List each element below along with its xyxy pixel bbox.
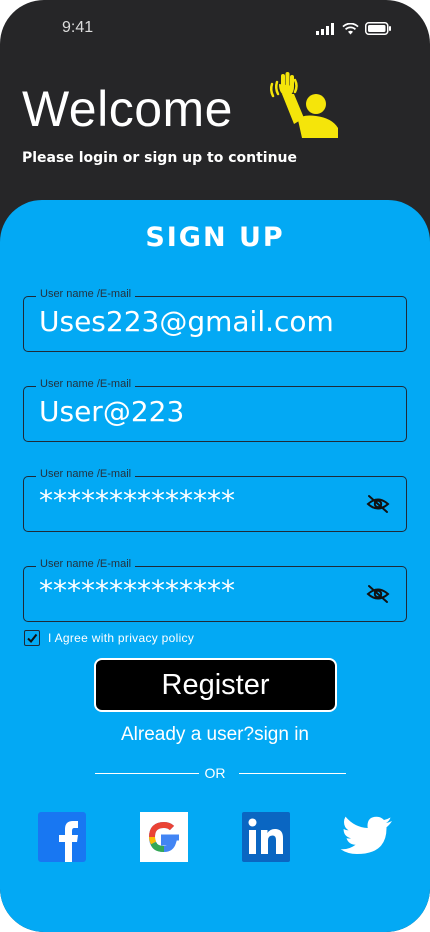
privacy-agree-label: I Agree with privacy policy xyxy=(48,631,195,645)
welcome-heading: Welcome xyxy=(22,81,233,137)
username-field[interactable]: User name /E-mail User@223 xyxy=(23,378,407,442)
facebook-icon[interactable] xyxy=(38,812,88,862)
privacy-checkbox[interactable] xyxy=(24,630,40,646)
password-field-label: User name /E-mail xyxy=(36,468,136,480)
status-icons xyxy=(316,22,392,35)
email-field[interactable]: User name /E-mail Uses223@gmail.com xyxy=(23,288,407,352)
eye-off-icon[interactable] xyxy=(366,582,390,606)
welcome-subtitle: Please login or sign up to continue xyxy=(22,150,298,166)
email-field-value: Uses223@gmail.com xyxy=(39,305,334,338)
status-time: 9:41 xyxy=(62,19,94,36)
confirm-password-field[interactable]: User name /E-mail ************** xyxy=(23,558,407,622)
phone-screen: 9:41 Welcome Please login or sign up to … xyxy=(0,0,430,932)
signup-card: SIGN UP User name /E-mail Uses223@gmail.… xyxy=(0,200,430,932)
google-icon[interactable] xyxy=(140,812,190,862)
password-field-value: ************** xyxy=(39,484,235,517)
status-bar: 9:41 xyxy=(0,0,430,56)
eye-off-icon[interactable] xyxy=(366,492,390,516)
linkedin-icon[interactable] xyxy=(242,812,292,862)
divider-right xyxy=(239,773,346,774)
or-divider-label: OR xyxy=(204,765,226,781)
username-field-value: User@223 xyxy=(39,395,185,428)
check-icon xyxy=(27,633,38,644)
email-field-label: User name /E-mail xyxy=(36,288,136,300)
username-field-label: User name /E-mail xyxy=(36,378,136,390)
sign-in-link[interactable]: Already a user?sign in xyxy=(0,724,430,746)
confirm-password-field-label: User name /E-mail xyxy=(36,558,136,570)
wifi-icon xyxy=(342,22,359,34)
privacy-agree-row: I Agree with privacy policy xyxy=(24,630,194,646)
waving-person-icon xyxy=(269,72,338,138)
signup-title: SIGN UP xyxy=(145,222,285,253)
confirm-password-field-value: ************** xyxy=(39,574,235,607)
battery-icon xyxy=(365,22,391,35)
password-field[interactable]: User name /E-mail ************** xyxy=(23,468,407,532)
twitter-icon[interactable] xyxy=(340,812,394,862)
register-button[interactable]: Register xyxy=(94,658,337,712)
signal-icon xyxy=(316,22,334,35)
